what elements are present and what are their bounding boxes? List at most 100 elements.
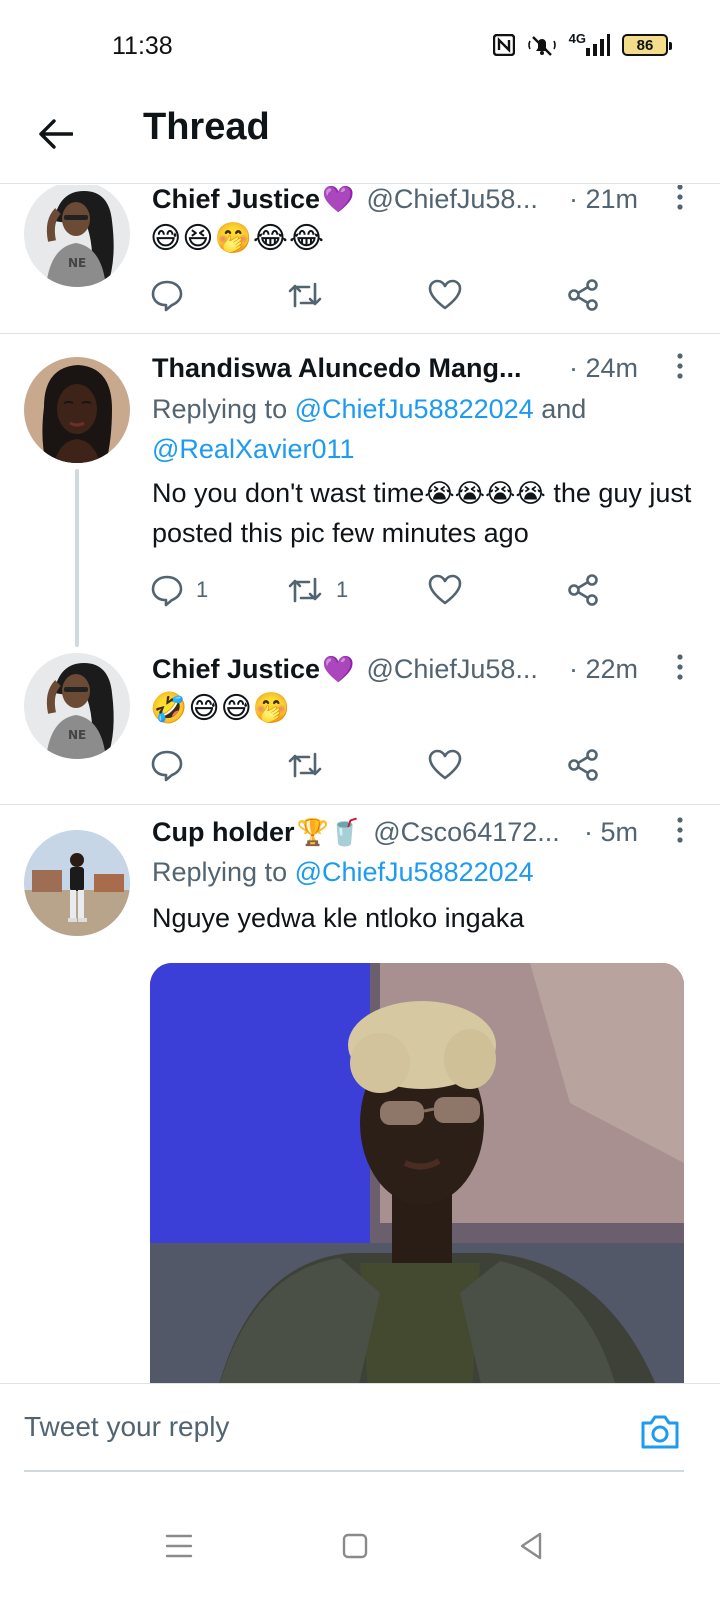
more-icon[interactable]: [660, 810, 700, 850]
svg-text:NE: NE: [68, 256, 86, 270]
tweet-text: No you don't wast time😭😭😭😭 the guy just …: [152, 473, 696, 553]
status-time: 11:38: [112, 32, 173, 60]
reply-icon: [151, 750, 183, 782]
thread-header: Thread: [0, 92, 720, 184]
reply-icon: [151, 280, 183, 312]
reply-button[interactable]: [150, 275, 184, 315]
divider: [0, 804, 720, 805]
tweet-text-emojis: 😭😭😭😭: [424, 478, 546, 508]
replying-prefix: Replying to: [152, 857, 295, 887]
like-icon: [428, 574, 462, 605]
tweet-text-part: No you don't wast time: [152, 478, 425, 508]
avatar[interactable]: NE: [24, 653, 130, 759]
tweet-actions: 1 1: [150, 570, 620, 610]
tweet-header: Chief Justice 💜 @ChiefJu58... · 21m: [152, 185, 700, 217]
avatar[interactable]: [24, 357, 130, 463]
like-icon: [428, 279, 462, 310]
back-icon: [520, 1532, 542, 1560]
tweet[interactable]: Cup holder 🏆🥤 @Csco64172... · 5m Replyin…: [0, 817, 720, 1412]
back-nav-button[interactable]: [506, 1521, 556, 1571]
author-handle[interactable]: @ChiefJu58...: [366, 654, 538, 685]
retweet-button[interactable]: [286, 275, 324, 315]
camera-button[interactable]: [638, 1412, 682, 1452]
like-icon: [428, 749, 462, 780]
tweet-actions: [150, 745, 620, 785]
nfc-icon: [492, 34, 515, 56]
author-badge: 🏆🥤: [296, 816, 362, 847]
retweet-icon: [288, 577, 322, 603]
like-button[interactable]: [428, 275, 462, 315]
share-icon: [568, 279, 598, 311]
share-icon: [568, 749, 598, 781]
replying-prefix: Replying to: [152, 394, 295, 424]
reply-count: 1: [196, 577, 209, 602]
battery-icon: 86: [622, 34, 672, 56]
network-type: 4G: [568, 30, 586, 46]
tweet-time: · 22m: [568, 653, 638, 684]
reply-button[interactable]: [150, 745, 184, 785]
reply-input[interactable]: Tweet your reply: [24, 1384, 684, 1472]
share-button[interactable]: [566, 275, 600, 315]
retweet-icon: [288, 752, 322, 778]
share-icon: [568, 574, 598, 606]
replying-handle-link[interactable]: @RealXavier011: [152, 434, 355, 464]
author-handle[interactable]: @ChiefJu58...: [366, 185, 538, 215]
retweet-button[interactable]: [286, 745, 324, 785]
mute-icon: [527, 33, 557, 57]
author-name[interactable]: Cup holder: [152, 817, 295, 848]
tweet-header: Chief Justice 💜 @ChiefJu58... · 22m: [152, 651, 700, 687]
share-button[interactable]: [566, 570, 600, 610]
avatar[interactable]: NE: [24, 185, 130, 287]
replying-to: Replying to @ChiefJu58822024: [152, 852, 696, 892]
back-button[interactable]: [32, 110, 80, 158]
back-arrow-icon: [39, 119, 73, 149]
replying-handle-link[interactable]: @ChiefJu58822024: [295, 857, 534, 887]
retweet-button[interactable]: 1: [286, 570, 348, 610]
more-icon[interactable]: [660, 185, 700, 217]
thread-connector: [75, 469, 79, 647]
tweet-time: · 24m: [568, 352, 638, 383]
camera-icon: [641, 1415, 679, 1449]
like-button[interactable]: [428, 745, 462, 785]
home-icon: [342, 1533, 368, 1559]
reply-button[interactable]: 1: [150, 570, 208, 610]
system-nav-bar: [0, 1491, 720, 1600]
tweet-header: Thandiswa Aluncedo Mang... · 24m: [152, 350, 700, 386]
author-badge: 💜: [322, 185, 355, 214]
share-button[interactable]: [566, 745, 600, 785]
status-icons: 4G 86: [492, 30, 672, 60]
reply-composer: Tweet your reply: [0, 1383, 720, 1491]
tweet-text: Nguye yedwa kle ntloko ingaka: [152, 903, 525, 933]
svg-text:NE: NE: [68, 728, 86, 742]
thread-feed[interactable]: NE Chief Justice 💜 @ChiefJu58... · 21m 😅…: [0, 185, 720, 1412]
author-name[interactable]: Chief Justice: [152, 185, 320, 215]
tweet-media-image[interactable]: [150, 963, 684, 1412]
avatar[interactable]: [24, 830, 130, 936]
menu-button[interactable]: [154, 1521, 204, 1571]
author-name[interactable]: Chief Justice: [152, 654, 320, 685]
replying-handle-link[interactable]: @ChiefJu58822024: [295, 394, 534, 424]
tweet-actions: [150, 275, 620, 315]
tweet-text: 🤣😅😅🤭: [150, 692, 292, 725]
retweet-count: 1: [336, 577, 349, 602]
like-button[interactable]: [428, 570, 462, 610]
more-icon[interactable]: [660, 647, 700, 687]
author-badge: 💜: [322, 653, 355, 684]
author-name[interactable]: Thandiswa Aluncedo Mang...: [152, 353, 522, 384]
tweet[interactable]: NE Chief Justice 💜 @ChiefJu58... · 21m 😅…: [0, 185, 720, 335]
replying-and: and: [533, 394, 587, 424]
tweet-time: · 5m: [584, 816, 638, 847]
reply-icon: [151, 575, 183, 607]
menu-icon: [165, 1534, 193, 1558]
author-handle[interactable]: @Csco64172...: [373, 817, 560, 848]
tweet-text: 😅😆🤭😂😂: [150, 222, 326, 255]
divider: [0, 333, 720, 334]
tweet-time: · 21m: [568, 185, 638, 214]
replying-to: Replying to @ChiefJu58822024 and @RealXav…: [152, 389, 696, 469]
status-bar: 11:38 4G 86: [0, 0, 720, 92]
more-icon[interactable]: [660, 346, 700, 386]
home-button[interactable]: [330, 1521, 380, 1571]
tweet[interactable]: NE Chief Justice 💜 @ChiefJu58... · 22m 🤣…: [0, 653, 720, 805]
tweet[interactable]: Thandiswa Aluncedo Mang... · 24m Replyin…: [0, 335, 720, 647]
signal-icon: 4G: [568, 30, 610, 56]
